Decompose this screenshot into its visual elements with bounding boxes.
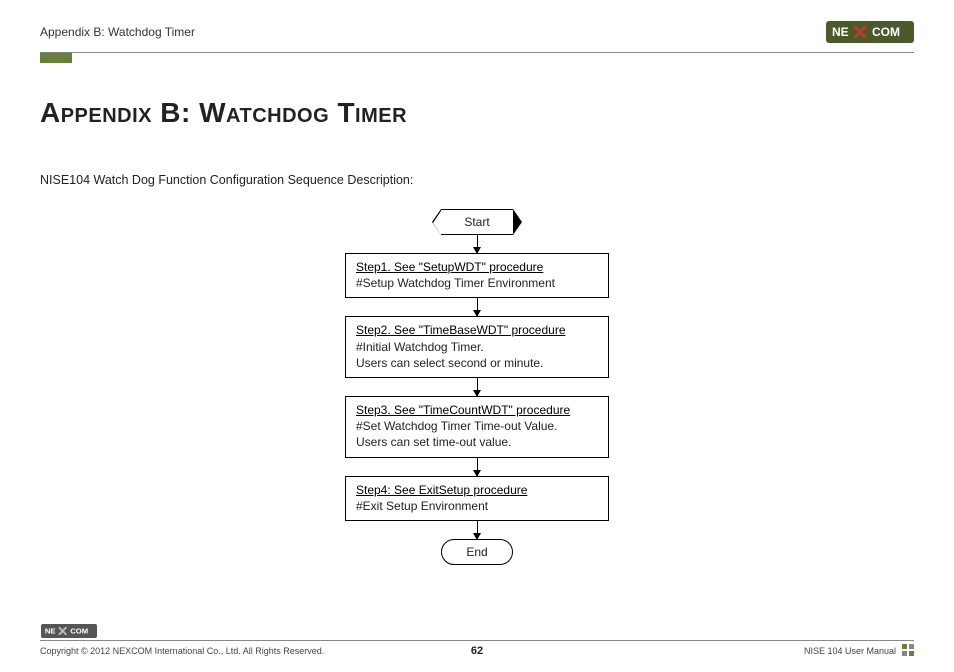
logo-left-text: NE	[832, 25, 849, 39]
flow-step-link[interactable]: Step3. See "TimeCountWDT" procedure	[356, 402, 598, 418]
flow-end: End	[441, 539, 513, 565]
flow-step-link[interactable]: Step1. See "SetupWDT" procedure	[356, 259, 598, 275]
page-title: Appendix B: Watchdog Timer	[40, 97, 914, 129]
breadcrumb: Appendix B: Watchdog Timer	[40, 25, 195, 39]
header-accent-tab	[40, 53, 72, 63]
flowchart: Start Step1. See "SetupWDT" procedure #S…	[40, 209, 914, 565]
svg-text:NE: NE	[45, 627, 56, 636]
flow-arrow	[477, 378, 478, 396]
flow-step-3: Step3. See "TimeCountWDT" procedure #Set…	[345, 396, 609, 458]
flow-step-link[interactable]: Step2. See "TimeBaseWDT" procedure	[356, 322, 598, 338]
logo-right-text: COM	[872, 25, 900, 39]
flow-end-label: End	[466, 545, 487, 559]
svg-text:COM: COM	[70, 627, 88, 636]
flow-start-label: Start	[464, 215, 489, 229]
flow-step-1: Step1. See "SetupWDT" procedure #Setup W…	[345, 253, 609, 298]
nexcom-logo-footer: NE COM	[40, 624, 98, 638]
flow-arrow	[477, 521, 478, 539]
flow-arrow	[477, 235, 478, 253]
header-rule	[40, 52, 914, 53]
flow-step-link[interactable]: Step4: See ExitSetup procedure	[356, 482, 598, 498]
footer-rule	[40, 640, 914, 641]
intro-text: NISE104 Watch Dog Function Configuration…	[40, 173, 914, 187]
nexcom-logo: NE COM	[826, 21, 914, 43]
flow-step-desc: #Initial Watchdog Timer. Users can selec…	[356, 340, 543, 370]
footer-page-number: 62	[40, 645, 914, 657]
flow-step-desc: #Exit Setup Environment	[356, 499, 488, 513]
flow-arrow	[477, 298, 478, 316]
flow-step-2: Step2. See "TimeBaseWDT" procedure #Init…	[345, 316, 609, 378]
flow-step-4: Step4: See ExitSetup procedure #Exit Set…	[345, 476, 609, 521]
flow-arrow	[477, 458, 478, 476]
flow-step-desc: #Setup Watchdog Timer Environment	[356, 276, 555, 290]
flow-start: Start	[441, 209, 513, 235]
flow-step-desc: #Set Watchdog Timer Time-out Value. User…	[356, 419, 557, 449]
